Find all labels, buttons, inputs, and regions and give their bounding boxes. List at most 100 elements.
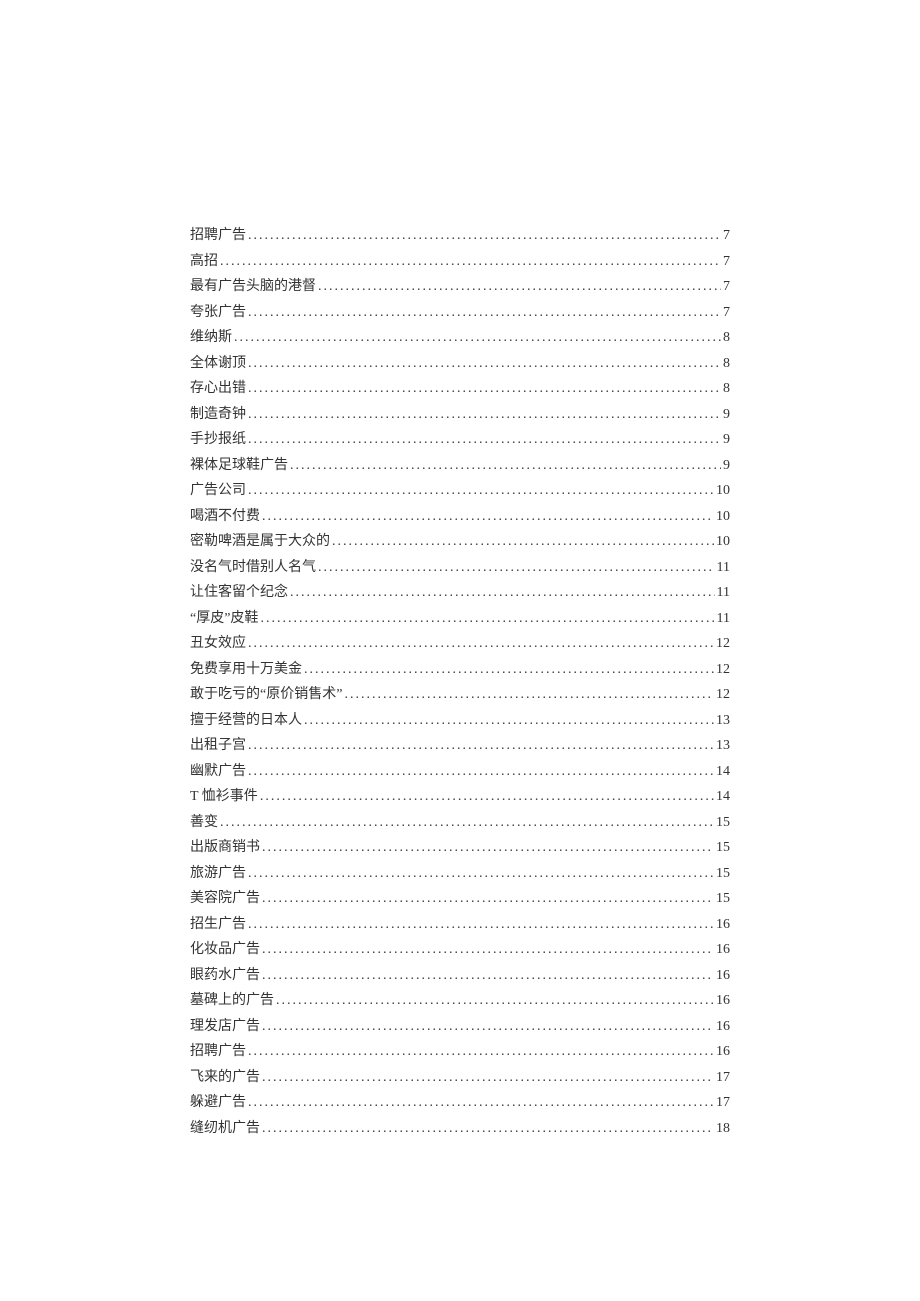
toc-entry-page: 12 <box>716 657 730 683</box>
toc-entry: 美容院广告15 <box>190 886 730 912</box>
toc-leader-dots <box>318 555 715 581</box>
toc-entry-title: 飞来的广告 <box>190 1065 260 1091</box>
toc-entry: 善变15 <box>190 810 730 836</box>
toc-entry-title: 擅于经营的日本人 <box>190 708 302 734</box>
toc-entry-page: 7 <box>723 300 730 326</box>
toc-entry-title: 敢于吃亏的“原价销售术” <box>190 682 342 708</box>
toc-entry: 全体谢顶 8 <box>190 351 730 377</box>
toc-entry-title: 最有广告头脑的港督 <box>190 274 316 300</box>
toc-leader-dots <box>262 1014 714 1040</box>
toc-entry: 手抄报纸 9 <box>190 427 730 453</box>
toc-entry: 维纳斯8 <box>190 325 730 351</box>
toc-entry: 飞来的广告17 <box>190 1065 730 1091</box>
toc-leader-dots <box>248 1039 714 1065</box>
toc-entry-title: 化妆品广告 <box>190 937 260 963</box>
toc-entry: 招聘广告7 <box>190 223 730 249</box>
toc-entry-page: 17 <box>716 1090 730 1116</box>
toc-entry-title: 招聘广告 <box>190 1039 246 1065</box>
toc-entry-page: 8 <box>723 351 730 377</box>
toc-leader-dots <box>262 937 714 963</box>
toc-entry: 丑女效应12 <box>190 631 730 657</box>
toc-entry-page: 10 <box>716 504 730 530</box>
toc-entry-page: 16 <box>716 1014 730 1040</box>
toc-leader-dots <box>248 759 714 785</box>
toc-leader-dots <box>304 708 714 734</box>
toc-entry: “厚皮”皮鞋11 <box>190 606 730 632</box>
toc-leader-dots <box>248 427 721 453</box>
toc-entry-title: 让住客留个纪念 <box>190 580 288 606</box>
toc-entry-title: 手抄报纸 <box>190 427 246 453</box>
toc-leader-dots <box>332 529 714 555</box>
toc-leader-dots <box>248 351 721 377</box>
toc-entry-title: 制造奇钟 <box>190 402 246 428</box>
toc-entry-page: 16 <box>716 1039 730 1065</box>
toc-entry-title: 全体谢顶 <box>190 351 246 377</box>
toc-entry: 招聘广告 16 <box>190 1039 730 1065</box>
toc-entry-page: 16 <box>716 963 730 989</box>
toc-entry-page: 18 <box>716 1116 730 1142</box>
toc-entry-title: 广告公司 <box>190 478 246 504</box>
toc-entry: 旅游广告 15 <box>190 861 730 887</box>
toc-entry-page: 11 <box>717 606 730 632</box>
toc-entry: 夸张广告7 <box>190 300 730 326</box>
toc-entry-page: 10 <box>716 478 730 504</box>
toc-leader-dots <box>262 1116 714 1142</box>
toc-entry-page: 16 <box>716 912 730 938</box>
toc-leader-dots <box>248 733 714 759</box>
toc-entry: 裸体足球鞋广告9 <box>190 453 730 479</box>
toc-entry: 理发店广告 16 <box>190 1014 730 1040</box>
toc-entry-title: 高招 <box>190 249 218 275</box>
toc-leader-dots <box>262 963 714 989</box>
toc-leader-dots <box>248 402 721 428</box>
toc-entry: 最有广告头脑的港督 7 <box>190 274 730 300</box>
toc-entry-title: 没名气时借别人名气 <box>190 555 316 581</box>
toc-entry-title: 出租子宫 <box>190 733 246 759</box>
toc-entry: 敢于吃亏的“原价销售术” 12 <box>190 682 730 708</box>
toc-entry-title: 丑女效应 <box>190 631 246 657</box>
toc-entry-page: 15 <box>716 861 730 887</box>
toc-entry: 免费享用十万美金12 <box>190 657 730 683</box>
toc-entry: 化妆品广告 16 <box>190 937 730 963</box>
toc-entry: 躲避广告 17 <box>190 1090 730 1116</box>
toc-entry-title: 理发店广告 <box>190 1014 260 1040</box>
toc-entry-page: 14 <box>716 759 730 785</box>
toc-entry: 没名气时借别人名气 11 <box>190 555 730 581</box>
toc-entry: 幽默广告14 <box>190 759 730 785</box>
toc-entry-title: T 恤衫事件 <box>190 784 258 810</box>
toc-entry-page: 11 <box>717 555 730 581</box>
toc-entry: 墓碑上的广告 16 <box>190 988 730 1014</box>
toc-entry: 擅于经营的日本人13 <box>190 708 730 734</box>
toc-leader-dots <box>234 325 721 351</box>
toc-entry-title: 躲避广告 <box>190 1090 246 1116</box>
toc-leader-dots <box>248 223 721 249</box>
toc-entry-page: 7 <box>723 274 730 300</box>
toc-entry-page: 16 <box>716 988 730 1014</box>
toc-leader-dots <box>290 580 715 606</box>
toc-entry: 喝酒不付费 10 <box>190 504 730 530</box>
toc-entry: 出租子宫13 <box>190 733 730 759</box>
toc-entry-title: 存心出错 <box>190 376 246 402</box>
toc-leader-dots <box>248 376 721 402</box>
toc-entry-page: 9 <box>723 427 730 453</box>
toc-leader-dots <box>248 912 714 938</box>
toc-entry-page: 9 <box>723 402 730 428</box>
toc-entry-page: 15 <box>716 886 730 912</box>
toc-entry-title: 墓碑上的广告 <box>190 988 274 1014</box>
toc-entry-page: 15 <box>716 835 730 861</box>
toc-entry-page: 16 <box>716 937 730 963</box>
toc-entry-page: 7 <box>723 223 730 249</box>
toc-leader-dots <box>262 1065 714 1091</box>
toc-leader-dots <box>260 606 714 632</box>
toc-entry: 制造奇钟 9 <box>190 402 730 428</box>
toc-entry: 高招 7 <box>190 249 730 275</box>
toc-entry-title: 缝纫机广告 <box>190 1116 260 1142</box>
toc-entry-page: 7 <box>723 249 730 275</box>
toc-entry-title: 善变 <box>190 810 218 836</box>
toc-entry-title: 喝酒不付费 <box>190 504 260 530</box>
toc-leader-dots <box>304 657 714 683</box>
toc-entry-title: 密勒啤酒是属于大众的 <box>190 529 330 555</box>
toc-entry-page: 9 <box>723 453 730 479</box>
toc-entry-page: 12 <box>716 682 730 708</box>
toc-entry-title: 旅游广告 <box>190 861 246 887</box>
toc-leader-dots <box>276 988 714 1014</box>
